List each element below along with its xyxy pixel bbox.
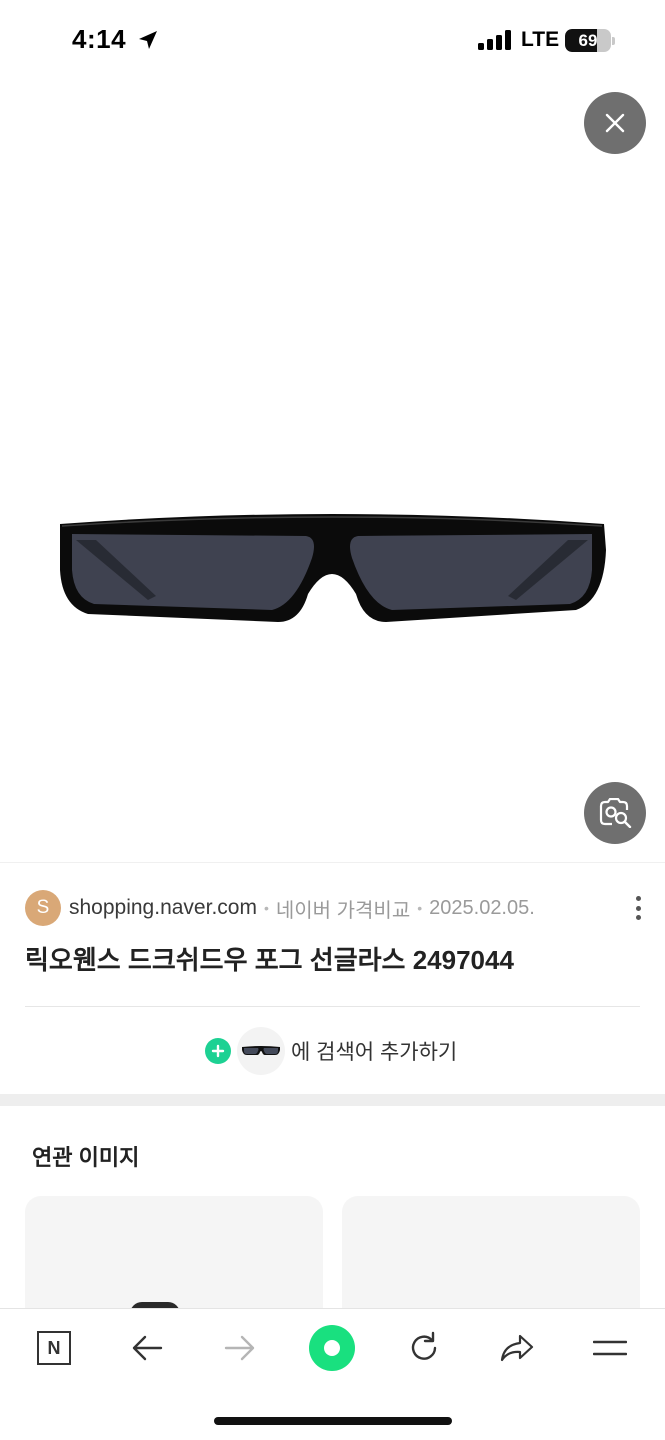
add-keyword-label: 에 검색어 추가하기 <box>291 1041 458 1064</box>
forward-button[interactable] <box>214 1322 266 1374</box>
status-time: 4:14 <box>72 24 127 54</box>
battery-percent: 69 <box>578 31 598 50</box>
network-type: LTE <box>521 28 560 51</box>
more-options-button[interactable] <box>628 892 648 924</box>
naver-home-button[interactable]: N <box>28 1322 80 1374</box>
add-search-keyword-button[interactable]: 에 검색어 추가하기 <box>205 1026 457 1076</box>
source-category: 네이버 가격비교 <box>275 899 411 922</box>
product-title[interactable]: 릭오웬스 드크쉬드우 포그 선글라스 2497044 <box>25 940 514 977</box>
separator-dot: • <box>417 900 423 916</box>
more-vertical-icon <box>635 896 641 901</box>
source-domain[interactable]: shopping.naver.com <box>69 896 257 920</box>
menu-icon <box>593 1340 627 1356</box>
share-icon <box>500 1334 534 1362</box>
status-bar: 4:14 LTE 69 <box>0 0 665 80</box>
menu-button[interactable] <box>584 1322 636 1374</box>
sunglasses-image[interactable] <box>56 510 608 634</box>
back-button[interactable] <box>121 1322 173 1374</box>
close-button[interactable] <box>584 92 646 154</box>
related-images-title: 연관 이미지 <box>32 1145 140 1170</box>
keyword-thumbnail <box>237 1027 285 1075</box>
home-indicator[interactable] <box>214 1417 452 1425</box>
source-date: 2025.02.05. <box>429 896 535 919</box>
image-search-icon <box>599 798 632 828</box>
back-arrow-icon <box>132 1335 163 1361</box>
battery-icon: 69 <box>565 29 615 52</box>
separator-dot: • <box>263 900 269 916</box>
source-row[interactable]: S shopping.naver.com • 네이버 가격비교 • 2025.0… <box>25 888 645 928</box>
reload-icon <box>411 1331 437 1360</box>
green-dot-button[interactable] <box>306 1322 358 1374</box>
section-divider <box>0 1094 665 1106</box>
image-search-button[interactable] <box>584 782 646 844</box>
cellular-signal-icon <box>478 30 511 50</box>
forward-arrow-icon <box>224 1335 255 1361</box>
green-dot-icon <box>309 1325 355 1371</box>
location-arrow-icon <box>139 31 157 49</box>
share-button[interactable] <box>491 1322 543 1374</box>
source-favicon: S <box>25 890 61 926</box>
reload-button[interactable] <box>398 1322 450 1374</box>
image-viewer <box>0 80 665 860</box>
naver-home-icon: N <box>37 1331 71 1365</box>
close-icon <box>605 113 625 133</box>
divider <box>25 1006 640 1007</box>
divider <box>0 862 665 863</box>
plus-icon <box>205 1038 231 1064</box>
